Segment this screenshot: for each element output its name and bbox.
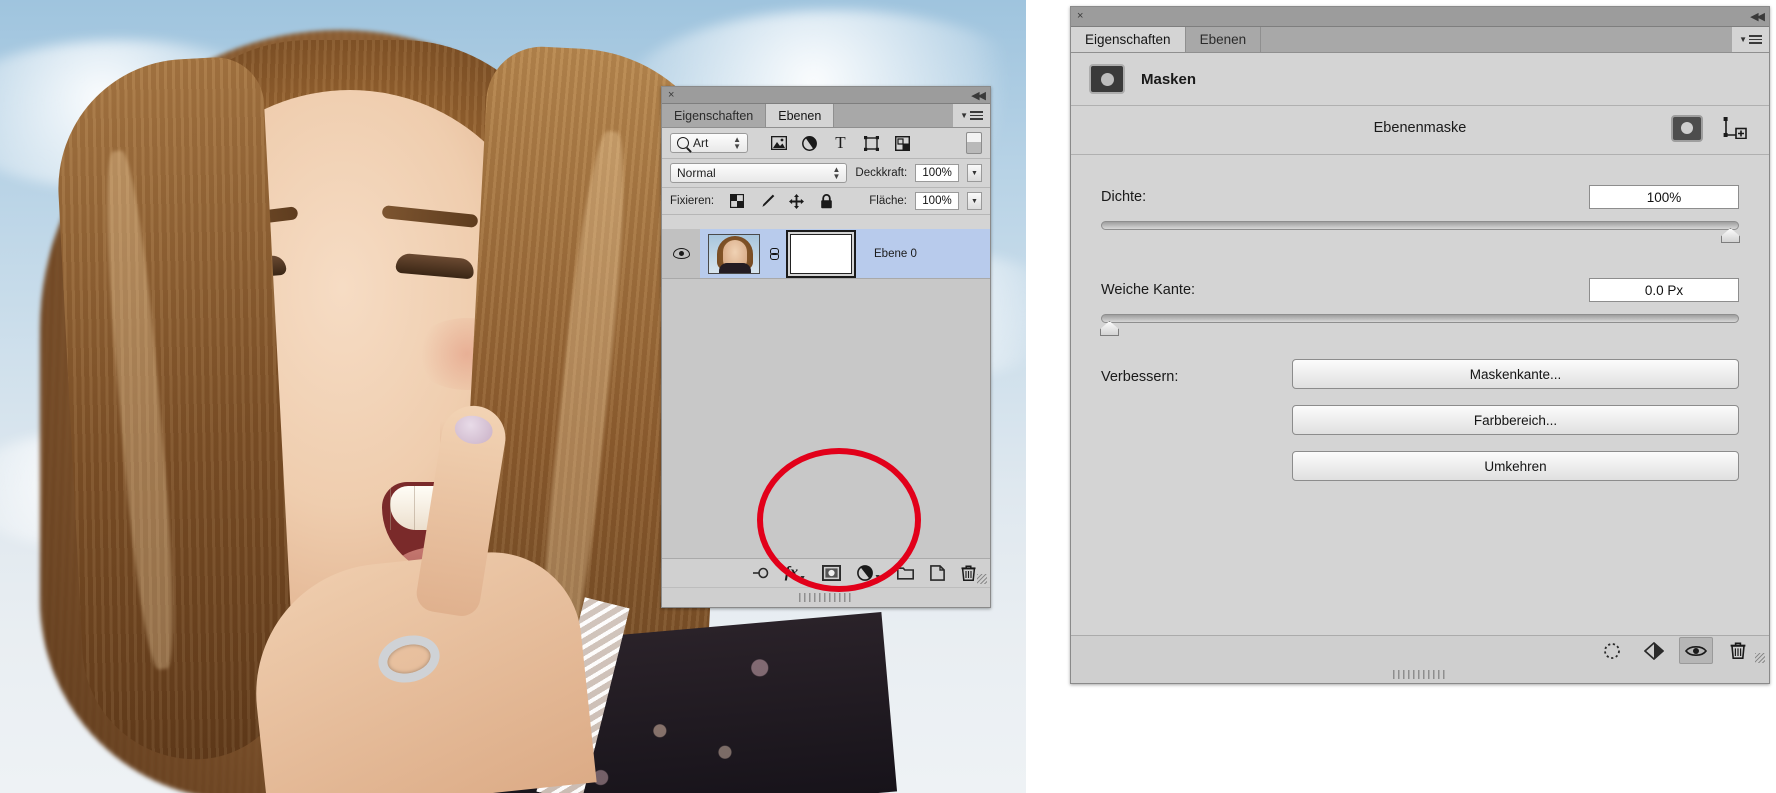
lock-label: Fixieren: — [670, 195, 715, 207]
tabrow-filler — [834, 104, 954, 127]
new-adjustment-layer-icon[interactable]: ▼ — [857, 565, 881, 581]
collapse-icon[interactable]: ◀◀ — [971, 89, 986, 102]
resize-grip[interactable] — [977, 574, 987, 584]
lock-row: Fixieren: Fläche: 100% ▼ — [662, 188, 990, 215]
load-selection-from-mask-icon[interactable] — [1595, 637, 1629, 664]
blend-opacity-row: Normal ▲ ▼ Deckkraft: 100% ▼ — [662, 159, 990, 188]
mask-icon — [1089, 64, 1125, 94]
feather-value[interactable]: 0.0 Px — [1589, 278, 1739, 302]
close-icon[interactable]: × — [1077, 11, 1083, 22]
density-label: Dichte: — [1101, 189, 1147, 205]
table-row[interactable]: Ebene 0 — [662, 229, 990, 279]
refine-label: Verbessern: — [1101, 369, 1179, 385]
feather-label: Weiche Kante: — [1101, 282, 1196, 298]
masks-panel-tabrow: Eigenschaften Ebenen ▼ — [1071, 27, 1769, 53]
masks-panel-header: Masken — [1071, 53, 1769, 106]
page-title: Masken — [1141, 70, 1197, 88]
density-value[interactable]: 100% — [1589, 185, 1739, 209]
density-slider-track[interactable] — [1101, 221, 1740, 243]
tabrow-filler — [1261, 27, 1733, 52]
layer-thumbnail[interactable] — [708, 233, 760, 274]
tab-eigenschaften[interactable]: Eigenschaften — [662, 104, 767, 127]
layer-filter-value: Art — [693, 136, 709, 150]
layer-mask-thumbnail[interactable] — [790, 233, 852, 274]
filter-toggle-switch[interactable] — [966, 132, 982, 154]
fill-value[interactable]: 100% — [915, 192, 959, 210]
eyebrow-right — [381, 205, 479, 228]
color-range-button[interactable]: Farbbereich... — [1292, 405, 1739, 435]
layers-panel-bottom-toolbar: fx ▼ ▼ — [662, 558, 990, 607]
shape-layer-icon[interactable] — [863, 135, 880, 152]
refine-section: Verbessern: Maskenkante... Farbbereich..… — [1071, 345, 1769, 505]
fingernail — [452, 413, 495, 447]
masks-panel-bottom-toolbar — [1071, 635, 1769, 683]
fill-dropdown-arrow[interactable]: ▼ — [967, 192, 982, 210]
tab-ebenen[interactable]: Ebenen — [1185, 27, 1262, 52]
eye-icon — [672, 248, 690, 259]
smart-object-icon[interactable] — [894, 135, 911, 152]
add-layer-mask-icon[interactable] — [822, 565, 842, 581]
toggle-mask-visibility-icon[interactable] — [1679, 637, 1713, 664]
new-layer-icon[interactable] — [930, 565, 945, 581]
pixel-mask-button[interactable] — [1671, 114, 1703, 142]
lock-transparent-pixels-icon[interactable] — [728, 193, 745, 210]
apply-mask-icon[interactable] — [1637, 637, 1671, 664]
link-layers-icon[interactable] — [752, 567, 769, 579]
feather-control: Weiche Kante: 0.0 Px — [1071, 252, 1769, 345]
layer-visibility-toggle[interactable] — [662, 229, 700, 278]
delete-mask-icon[interactable] — [1721, 637, 1755, 664]
blend-mode-value: Normal — [677, 166, 716, 180]
vector-mask-button[interactable] — [1719, 115, 1751, 142]
blend-mode-select[interactable]: Normal ▲ ▼ — [670, 163, 848, 183]
collapse-icon[interactable]: ◀◀ — [1750, 10, 1765, 23]
layers-panel-titlebar: × ◀◀ — [662, 87, 990, 104]
close-icon[interactable]: × — [668, 89, 674, 101]
adjustment-layer-icon[interactable] — [801, 135, 818, 152]
layer-filter-icons: T — [770, 134, 911, 152]
density-control: Dichte: 100% — [1071, 155, 1769, 252]
tab-ebenen[interactable]: Ebenen — [766, 104, 835, 127]
tab-eigenschaften[interactable]: Eigenschaften — [1071, 27, 1186, 52]
pixel-layer-icon[interactable] — [770, 135, 787, 152]
resize-grip[interactable] — [1755, 653, 1765, 663]
mask-edge-button[interactable]: Maskenkante... — [1292, 359, 1739, 389]
mask-type-label: Ebenenmaske — [1373, 120, 1467, 136]
eye-right — [395, 252, 475, 280]
delete-layer-icon[interactable] — [961, 565, 976, 581]
layer-style-fx-icon[interactable]: fx ▼ — [785, 564, 806, 582]
layers-panel-tabrow: Eigenschaften Ebenen ▼ — [662, 104, 990, 128]
invert-button[interactable]: Umkehren — [1292, 451, 1739, 481]
layer-filter-select[interactable]: Art ▲ ▼ — [670, 133, 748, 153]
layer-list: Ebene 0 — [662, 229, 990, 558]
density-slider-knob[interactable] — [1721, 228, 1740, 243]
search-icon — [677, 137, 689, 149]
opacity-value[interactable]: 100% — [915, 164, 960, 182]
opacity-dropdown-arrow[interactable]: ▼ — [967, 164, 982, 182]
type-layer-icon[interactable]: T — [832, 134, 849, 152]
layers-panel: × ◀◀ Eigenschaften Ebenen ▼ Art ▲ ▼ T No… — [661, 86, 991, 608]
properties-masks-panel: × ◀◀ Eigenschaften Ebenen ▼ Masken Ebene… — [1070, 6, 1770, 684]
lock-all-icon[interactable] — [818, 193, 835, 210]
feather-slider-knob[interactable] — [1100, 321, 1119, 336]
panel-menu-icon[interactable]: ▼ — [953, 104, 990, 127]
panel-menu-icon[interactable]: ▼ — [1732, 27, 1769, 52]
layer-name[interactable]: Ebene 0 — [874, 248, 917, 260]
fill-label: Fläche: — [869, 195, 907, 207]
link-icon[interactable] — [766, 247, 782, 260]
opacity-label: Deckkraft: — [855, 167, 908, 179]
masks-panel-titlebar: × ◀◀ — [1071, 7, 1769, 27]
lock-image-pixels-icon[interactable] — [758, 193, 775, 210]
panel-drag-grip[interactable] — [1071, 665, 1769, 683]
layer-filter-row: Art ▲ ▼ T — [662, 128, 990, 159]
mask-type-section: Ebenenmaske — [1071, 106, 1769, 155]
panel-drag-grip[interactable] — [662, 587, 990, 607]
new-group-icon[interactable] — [897, 566, 914, 580]
feather-slider-track[interactable] — [1100, 314, 1739, 336]
lock-position-icon[interactable] — [788, 193, 805, 210]
